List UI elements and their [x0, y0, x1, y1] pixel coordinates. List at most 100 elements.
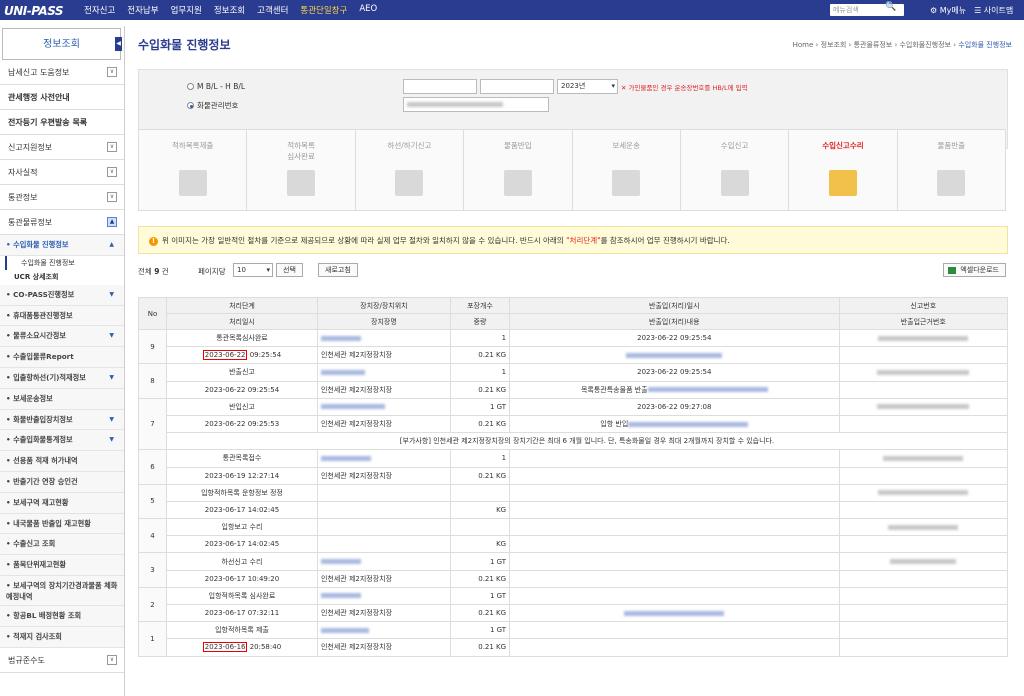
masked-io-content	[628, 421, 749, 427]
sidebar-sub-item[interactable]: • 수출신고 조회	[0, 534, 124, 556]
per-page-value: 10	[237, 266, 246, 274]
breadcrumb-item[interactable]: 통관물류정보	[854, 41, 893, 49]
expand-icon[interactable]: ∨	[107, 192, 117, 202]
top-menu-item[interactable]: 통관단일창구	[300, 4, 347, 16]
row-io-datetime	[509, 586, 840, 606]
radio-cargo-number[interactable]: 화물관리번호	[187, 100, 238, 111]
breadcrumb-item[interactable]: 수입화물진행정보	[899, 41, 951, 49]
top-menu-item[interactable]: 전자납부	[127, 4, 158, 16]
row-decl-no	[838, 328, 1009, 348]
sidebar-sub-item[interactable]: • 반출기간 연장 승인건	[0, 471, 124, 493]
sidebar-item[interactable]: 납세신고 도움정보 ∨	[0, 60, 124, 85]
sidebar-item[interactable]: 전자등기 우편발송 목록	[0, 110, 124, 135]
breadcrumb-item[interactable]: 정보조회	[821, 41, 847, 49]
masked-decl-no	[877, 369, 970, 375]
table-row-detail: 2023-06-17 14:02:45 KG	[139, 535, 1009, 554]
year-select[interactable]: 2023년 ▾	[557, 79, 618, 94]
sidebar-item[interactable]: 관세행정 사전안내	[0, 85, 124, 110]
row-proc-datetime: 2023-06-22 09:25:54	[166, 380, 318, 399]
top-menu-item[interactable]: 고객센터	[257, 4, 288, 16]
row-step: 반입신고	[166, 397, 318, 416]
row-proc-datetime: 2023-06-16 20:58:40	[166, 638, 318, 657]
row-weight: KG	[449, 500, 511, 520]
sidebar-leaf-active[interactable]: 수입화물 진행정보	[5, 255, 124, 270]
top-menu-item[interactable]: 전자신고	[84, 4, 115, 16]
sidebar-sub-item[interactable]: • 적재지 검사조회	[0, 626, 124, 648]
top-menu-item[interactable]: 정보조회	[214, 4, 245, 16]
sidebar-sub-item[interactable]: • 보세구역 재고현황	[0, 492, 124, 514]
process-step: 적하목록제출	[139, 130, 248, 210]
sidebar-sub-label: 항공BL 배정현황 조회	[13, 610, 82, 620]
sidebar-item-label: 법규준수도	[8, 655, 45, 665]
per-page-select[interactable]: 10 ▾	[233, 263, 273, 277]
hbl-input[interactable]	[480, 79, 554, 94]
step-label: 하선/하기신고	[387, 141, 432, 150]
sidebar-sub-item[interactable]: • 물류소요시간정보 ▼	[0, 326, 124, 348]
sidebar-leaf-ucr[interactable]: UCR 상세조회	[0, 269, 124, 285]
radio-button[interactable]	[187, 83, 194, 90]
row-io-basis	[838, 466, 1009, 485]
sidebar-item[interactable]: 자사실적 ∨	[0, 160, 124, 185]
row-step: 반출신고	[166, 363, 318, 382]
row-number: 6	[138, 449, 167, 485]
step-label: 물품반출	[937, 141, 966, 150]
cargo-number-input[interactable]	[403, 97, 549, 112]
expand-icon[interactable]: ∨	[107, 67, 117, 77]
sidebar-item[interactable]: 통관정보 ∨	[0, 185, 124, 210]
radio-mbl-hbl[interactable]: M B/L - H B/L	[187, 82, 245, 91]
top-navigation-bar: UNI-PASS 전자신고 전자납부 업무지원 정보조회 고객센터 통관단일창구 AEO 메…	[0, 0, 1024, 20]
row-proc-datetime: 2023-06-19 12:27:14	[166, 466, 318, 485]
sitemap-link[interactable]: ☰ 사이트맵	[974, 5, 1013, 16]
row-date: 2023-06-17	[204, 609, 246, 618]
row-number: 2	[138, 586, 167, 623]
collapse-sidebar-icon[interactable]: ◀	[115, 37, 122, 51]
sidebar-sub-item[interactable]: • CO-PASS진행정보 ▼	[0, 284, 124, 306]
excel-download-button[interactable]: 엑셀다운로드	[943, 263, 1006, 277]
sidebar-sub-item[interactable]: • 보세구역의 장치기간경과물품 체화 예정내역	[0, 575, 124, 606]
chevron-down-icon: ▾	[266, 266, 270, 274]
masked-decl-no	[888, 524, 959, 530]
sidebar-sub-item[interactable]: • 항공BL 배정현황 조회	[0, 605, 124, 627]
table-row-detail: 2023-06-17 07:32:11 인천세관 제2지정장치장 0.21 KG	[139, 603, 1009, 623]
sidebar-item[interactable]: 통관물류정보 ▲	[0, 210, 124, 235]
chevron-down-icon: ▾	[611, 82, 615, 90]
sidebar-sub-item[interactable]: • 보세운송정보	[0, 388, 124, 410]
sidebar-sub-item[interactable]: • 내국물품 반출입 재고현황	[0, 513, 124, 535]
expand-icon[interactable]: ∨	[107, 654, 117, 665]
mbl-input[interactable]	[403, 79, 477, 94]
row-place-name	[316, 500, 451, 520]
sidebar-sub-item[interactable]: • 선용품 적재 허가내역	[0, 451, 124, 472]
refresh-button[interactable]: 새로고침	[318, 263, 358, 277]
breadcrumb-item[interactable]: 수입화물 진행정보	[958, 41, 1012, 49]
sidebar-sub-item[interactable]: • 휴대품통관진행정보	[0, 305, 124, 327]
sidebar-item-compliance[interactable]: 법규준수도 ∨	[0, 648, 124, 673]
left-sidebar: 정보조회 ◀ 납세신고 도움정보 ∨ 관세행정 사전안내 전자등기 우편발송 목록 신고지…	[0, 26, 125, 696]
table-row-detail: 2023-06-16 20:58:40 인천세관 제2지정장치장 0.21 KG	[139, 638, 1009, 657]
select-button[interactable]: 선택	[276, 263, 303, 277]
sidebar-item[interactable]: 신고지원정보 ∨	[0, 135, 124, 160]
sidebar-sub-import-cargo[interactable]: • 수입화물 진행정보 ▲	[0, 235, 124, 256]
expand-icon[interactable]: ∨	[107, 167, 117, 177]
sidebar-sub-item[interactable]: • 수출입물류Report	[0, 347, 124, 368]
row-io-datetime	[509, 483, 840, 502]
top-menu-item[interactable]: AEO	[359, 4, 377, 16]
radio-button[interactable]	[187, 102, 194, 109]
breadcrumb-item[interactable]: Home	[793, 41, 814, 49]
notice-highlight: "처리단계"	[566, 236, 601, 245]
sidebar-sub-item[interactable]: • 품목단위재고현황	[0, 555, 124, 576]
search-icon[interactable]: 🔍	[885, 2, 896, 12]
collapse-icon[interactable]: ▲	[107, 217, 117, 227]
sidebar-sub-item[interactable]: • 입출항하선(기)적재정보 ▼	[0, 367, 124, 389]
unipass-logo[interactable]: UNI-PASS	[0, 0, 78, 20]
sidebar-sub-item[interactable]: • 화물반출입장치정보 ▼	[0, 409, 124, 431]
row-place-name: 인천세관 제2지정장치장	[316, 466, 451, 485]
expand-icon[interactable]: ∨	[107, 142, 117, 152]
row-proc-datetime: 2023-06-17 07:32:11	[166, 603, 318, 623]
row-place-code	[316, 328, 451, 348]
my-menu-link[interactable]: ⚙ My메뉴	[930, 5, 966, 16]
top-menu-item[interactable]: 업무지원	[171, 4, 202, 16]
table-row-detail: 2023-06-22 09:25:53 인천세관 제2지정장치장 0.21 KG 입항…	[139, 414, 1009, 434]
masked-place-code	[320, 404, 385, 410]
table-row-detail: 2023-06-19 12:27:14 인천세관 제2지정장치장 0.21 KG	[139, 466, 1009, 485]
sidebar-sub-item[interactable]: • 수출입화물통계정보 ▼	[0, 430, 124, 452]
